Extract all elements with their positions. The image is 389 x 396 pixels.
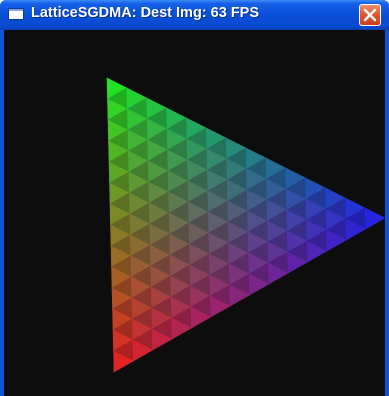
app-window: LatticeSGDMA: Dest Img: 63 FPS: [0, 0, 389, 396]
close-x-icon: [363, 8, 377, 22]
rendered-triangle: [106, 77, 385, 373]
close-button[interactable]: [359, 4, 381, 26]
title-bar[interactable]: LatticeSGDMA: Dest Img: 63 FPS: [0, 0, 389, 30]
window-icon[interactable]: [8, 8, 24, 20]
window-title: LatticeSGDMA: Dest Img: 63 FPS: [31, 5, 260, 21]
render-canvas: [4, 30, 385, 396]
triangle-cell: [364, 207, 385, 230]
